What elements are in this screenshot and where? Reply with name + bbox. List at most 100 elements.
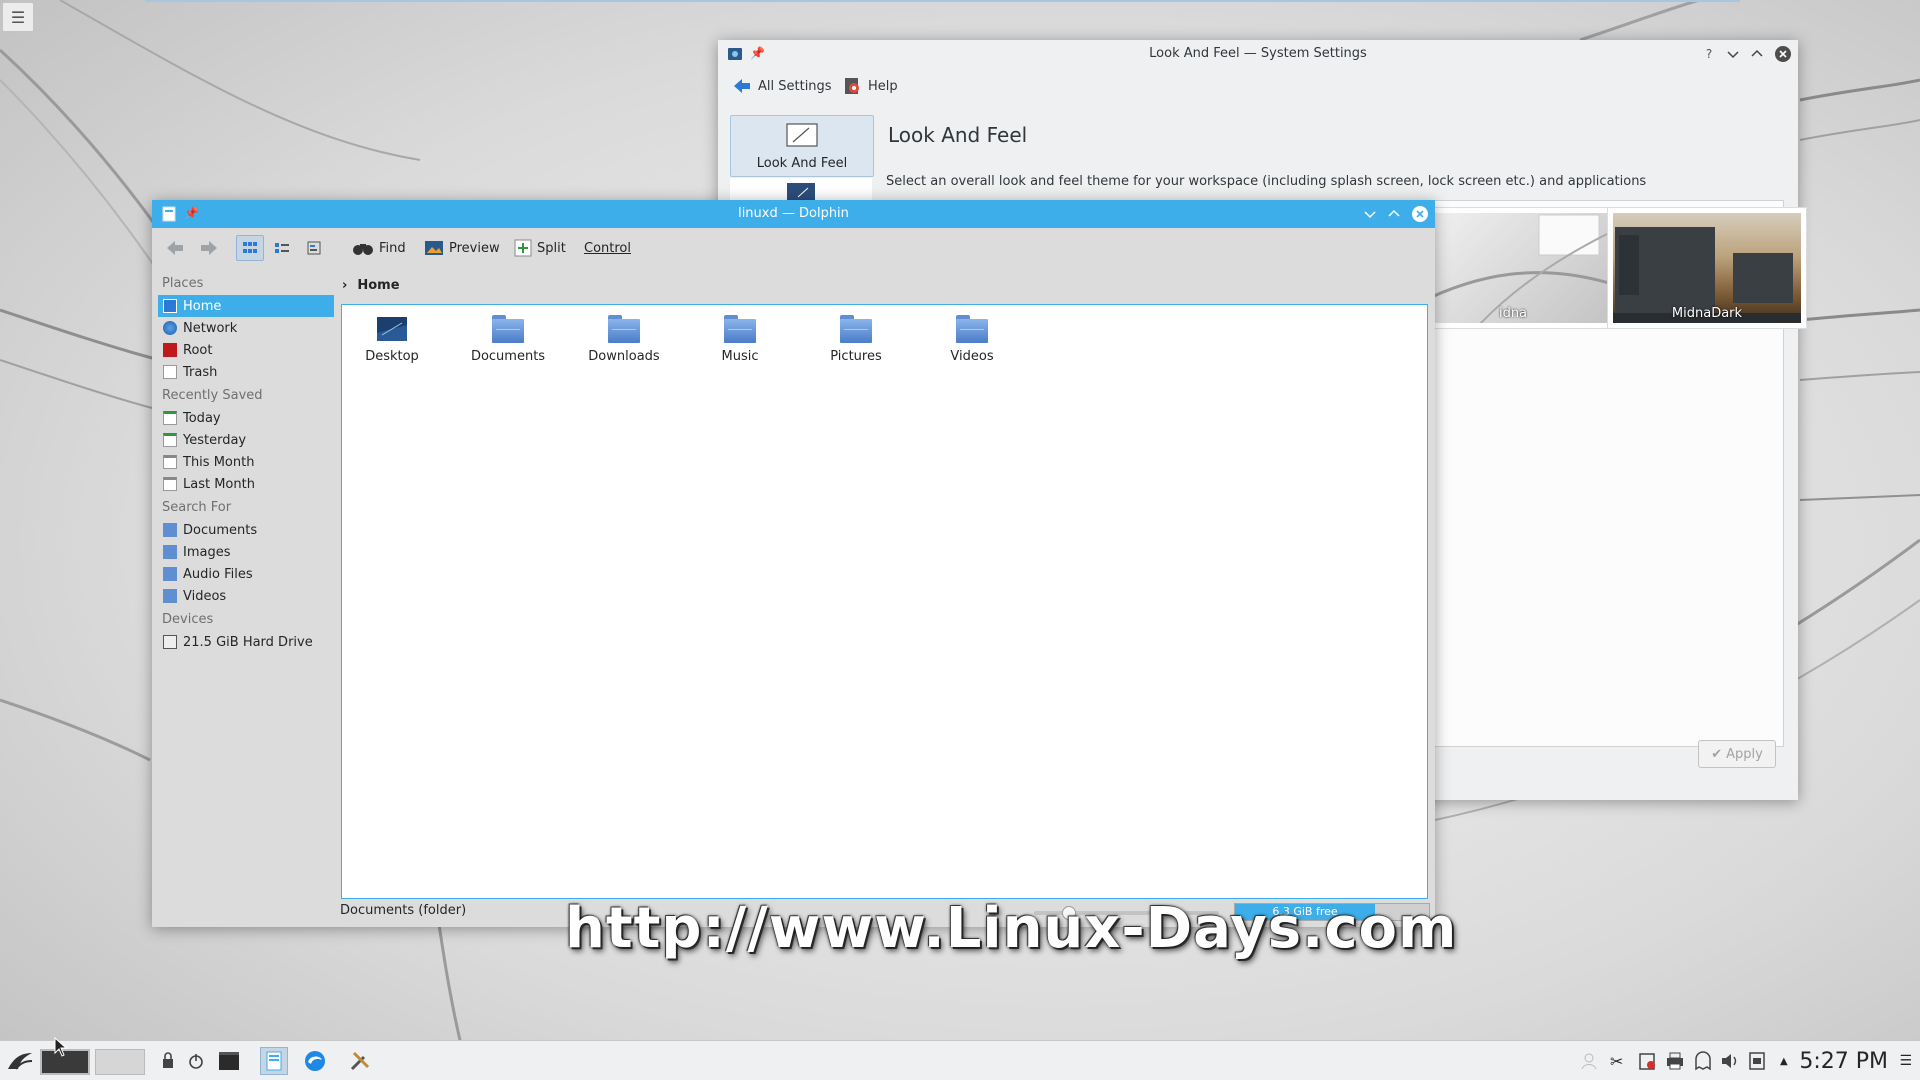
theme-preview: MidnaDark bbox=[1613, 213, 1801, 323]
recent-item-label: Last Month bbox=[183, 476, 255, 492]
forward-arrow-icon[interactable] bbox=[198, 235, 220, 261]
places-item-trash[interactable]: Trash bbox=[158, 361, 334, 383]
control-menu-button[interactable]: Control bbox=[584, 235, 631, 261]
recent-item-yesterday[interactable]: Yesterday bbox=[158, 429, 334, 451]
compact-view-button[interactable] bbox=[268, 235, 296, 261]
folder-icon bbox=[163, 567, 177, 581]
root-folder-icon bbox=[163, 343, 177, 357]
dolphin-window: 📌 linuxd — Dolphin Find Preview Split Co… bbox=[152, 200, 1435, 927]
places-item-root[interactable]: Root bbox=[158, 339, 334, 361]
maximize-icon[interactable] bbox=[1748, 45, 1766, 63]
close-icon[interactable] bbox=[1774, 45, 1792, 63]
search-item-label: Documents bbox=[183, 522, 258, 538]
user-icon[interactable] bbox=[1580, 1049, 1598, 1073]
minimize-icon[interactable] bbox=[1724, 45, 1742, 63]
find-label: Find bbox=[379, 240, 406, 256]
breadcrumb-home[interactable]: Home bbox=[357, 278, 399, 293]
devices-heading: Devices bbox=[162, 612, 214, 627]
status-text: Documents (folder) bbox=[340, 903, 467, 918]
printer-icon[interactable] bbox=[1665, 1049, 1685, 1073]
theme-card-breeze[interactable]: idna bbox=[1413, 207, 1613, 329]
folder-icon bbox=[163, 523, 177, 537]
folder-icon bbox=[956, 315, 988, 343]
recent-item-today[interactable]: Today bbox=[158, 407, 334, 429]
recent-item-label: Yesterday bbox=[183, 432, 247, 448]
sidebar-item-look-and-feel[interactable]: Look And Feel bbox=[730, 115, 874, 177]
places-item-home[interactable]: Home bbox=[158, 295, 334, 317]
theme-preview: idna bbox=[1419, 213, 1607, 323]
trash-icon bbox=[163, 365, 177, 379]
virtual-desktop-2[interactable] bbox=[95, 1049, 145, 1075]
search-item-images[interactable]: Images bbox=[158, 541, 334, 563]
search-item-documents[interactable]: Documents bbox=[158, 519, 334, 541]
hamburger-icon: ☰ bbox=[10, 7, 26, 27]
clipboard-icon[interactable] bbox=[1747, 1049, 1767, 1073]
terminal-icon[interactable] bbox=[218, 1049, 240, 1073]
details-view-icon bbox=[307, 241, 321, 255]
panel-menu-icon[interactable]: ☰ bbox=[1899, 1049, 1912, 1073]
icons-view-icon bbox=[243, 242, 257, 253]
settings-toolbar: All Settings Help bbox=[718, 69, 1798, 103]
find-button[interactable]: Find bbox=[352, 235, 406, 261]
back-arrow-icon bbox=[734, 79, 750, 93]
places-item-network[interactable]: Network bbox=[158, 317, 334, 339]
settings-titlebar[interactable]: 📌 Look And Feel — System Settings ? bbox=[718, 40, 1798, 68]
search-item-videos[interactable]: Videos bbox=[158, 585, 334, 607]
taskbar-dolphin[interactable] bbox=[260, 1047, 288, 1075]
clock[interactable]: 5:27 PM bbox=[1799, 1049, 1888, 1075]
places-item-label: Trash bbox=[183, 364, 218, 380]
preview-label: Preview bbox=[449, 240, 500, 256]
apply-label: Apply bbox=[1726, 746, 1763, 762]
lock-icon[interactable] bbox=[160, 1049, 176, 1073]
top-panel-edge bbox=[145, 0, 1740, 2]
file-item-downloads[interactable]: Downloads bbox=[569, 315, 679, 364]
power-icon[interactable] bbox=[187, 1049, 205, 1073]
breadcrumb[interactable]: › Home bbox=[342, 275, 400, 295]
theme-card-midnadark[interactable]: MidnaDark bbox=[1607, 207, 1807, 329]
search-item-audio-files[interactable]: Audio Files bbox=[158, 563, 334, 585]
minimize-icon[interactable] bbox=[1361, 205, 1379, 223]
system-settings-icon[interactable] bbox=[348, 1049, 372, 1073]
folder-icon bbox=[724, 315, 756, 343]
tray-expand-arrow-icon[interactable]: ▲ bbox=[1780, 1049, 1788, 1073]
scissors-icon[interactable]: ✂ bbox=[1610, 1049, 1623, 1073]
details-view-button[interactable] bbox=[300, 235, 328, 261]
application-launcher-icon[interactable] bbox=[6, 1049, 34, 1073]
calendar-icon bbox=[163, 411, 177, 425]
device-notifier-icon[interactable] bbox=[1637, 1049, 1657, 1073]
preview-button[interactable]: Preview bbox=[424, 235, 500, 261]
recent-heading: Recently Saved bbox=[162, 388, 263, 403]
desktop-toolbox-button[interactable]: ☰ bbox=[2, 2, 34, 32]
help-button[interactable]: Help bbox=[842, 74, 898, 98]
apply-button[interactable]: ✔ Apply bbox=[1698, 740, 1776, 768]
search-item-label: Audio Files bbox=[183, 566, 253, 582]
recent-item-this-month[interactable]: This Month bbox=[158, 451, 334, 473]
maximize-icon[interactable] bbox=[1385, 205, 1403, 223]
volume-icon[interactable] bbox=[1720, 1049, 1740, 1073]
device-item-hard-drive[interactable]: 21.5 GiB Hard Drive bbox=[158, 631, 334, 653]
ghost-icon[interactable] bbox=[1693, 1049, 1713, 1073]
file-item-label: Music bbox=[721, 349, 759, 364]
dolphin-titlebar[interactable]: 📌 linuxd — Dolphin bbox=[152, 200, 1435, 228]
file-item-videos[interactable]: Videos bbox=[917, 315, 1027, 364]
split-button[interactable]: Split bbox=[514, 235, 566, 261]
icons-view-button[interactable] bbox=[236, 235, 264, 261]
all-settings-button[interactable]: All Settings bbox=[732, 74, 832, 98]
page-description: Select an overall look and feel theme fo… bbox=[886, 174, 1647, 189]
browser-icon[interactable] bbox=[303, 1049, 327, 1073]
all-settings-label: All Settings bbox=[758, 78, 832, 94]
file-view[interactable]: Desktop Documents Downloads Music Pictur… bbox=[341, 304, 1428, 899]
places-item-label: Network bbox=[183, 320, 238, 336]
file-item-documents[interactable]: Documents bbox=[453, 315, 563, 364]
recent-item-last-month[interactable]: Last Month bbox=[158, 473, 334, 495]
recent-item-label: Today bbox=[183, 410, 221, 426]
split-icon bbox=[514, 239, 532, 257]
file-item-desktop[interactable]: Desktop bbox=[337, 315, 447, 364]
back-arrow-icon[interactable] bbox=[164, 235, 186, 261]
close-icon[interactable] bbox=[1411, 205, 1429, 223]
folder-icon bbox=[163, 545, 177, 559]
help-titlebar-button[interactable]: ? bbox=[1700, 45, 1718, 63]
dolphin-window-title: linuxd — Dolphin bbox=[738, 206, 849, 221]
file-item-pictures[interactable]: Pictures bbox=[801, 315, 911, 364]
file-item-music[interactable]: Music bbox=[685, 315, 795, 364]
